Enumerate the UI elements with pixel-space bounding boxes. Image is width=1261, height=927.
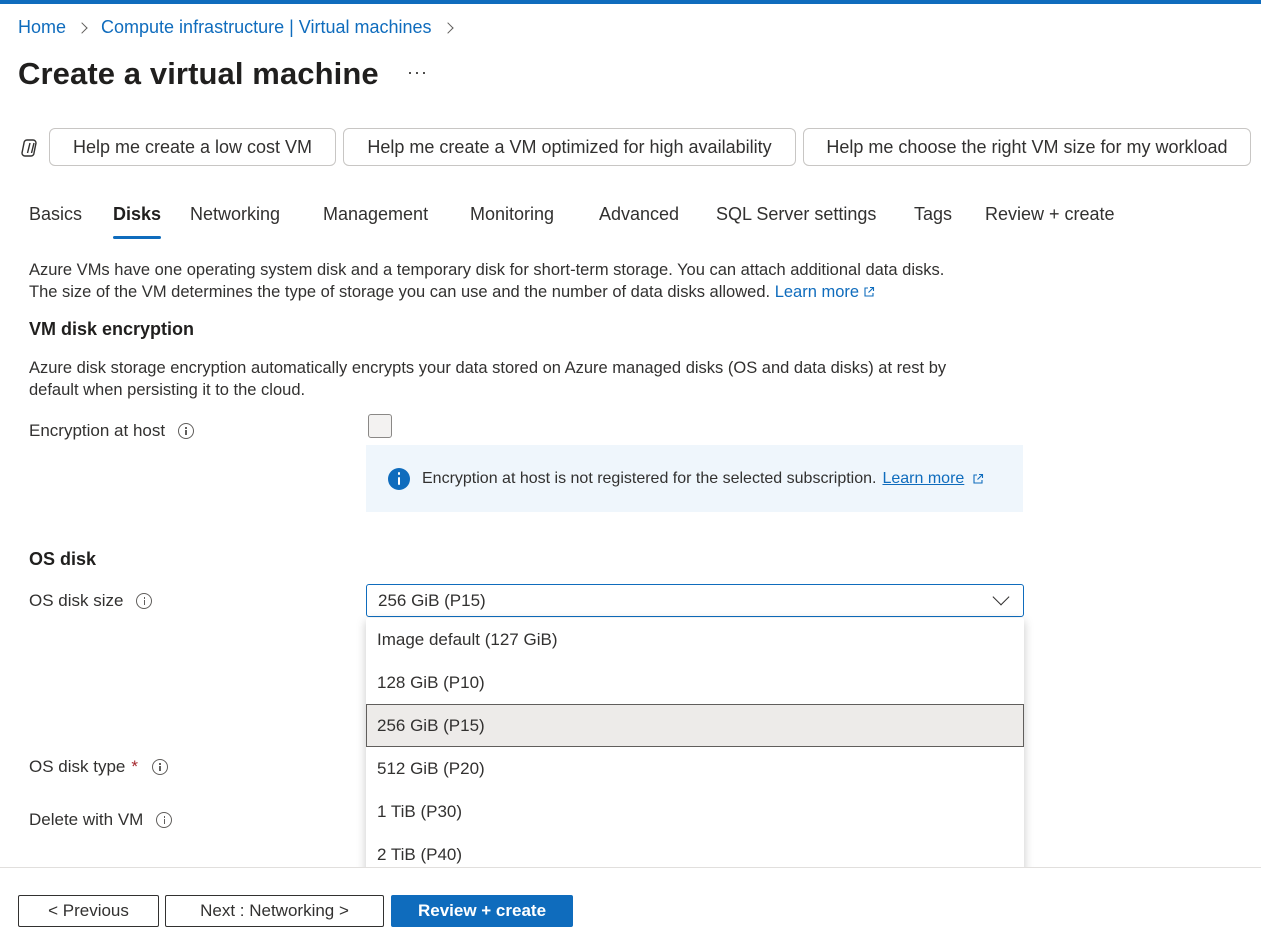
tab-sql-server-settings[interactable]: SQL Server settings [716,204,876,240]
info-icon[interactable] [136,593,153,609]
vm-disk-encryption-heading: VM disk encryption [29,319,195,339]
tab-review-create[interactable]: Review + create [985,204,1115,240]
copilot-icon [21,139,37,157]
tab-monitoring[interactable]: Monitoring [470,204,554,240]
more-options-icon[interactable]: ··· [407,62,428,83]
os-disk-heading: OS disk [29,549,97,569]
os-disk-type-label: OS disk type * [29,757,168,777]
info-icon[interactable] [156,812,173,828]
prompt-vm-size-button[interactable]: Help me choose the right VM size for my … [803,128,1251,166]
intro-line-1: Azure VMs have one operating system disk… [29,261,945,279]
option-256-gib[interactable]: 256 GiB (P15) [366,704,1024,747]
option-1-tib[interactable]: 1 TiB (P30) [366,790,1024,833]
info-icon[interactable] [152,759,168,775]
tab-networking[interactable]: Networking [190,204,280,240]
external-link-icon [864,286,875,297]
next-networking-button[interactable]: Next : Networking > [165,895,384,927]
option-image-default[interactable]: Image default (127 GiB) [366,618,1024,661]
previous-button[interactable]: < Previous [18,895,159,927]
external-link-icon [973,473,984,484]
os-disk-size-dropdown[interactable]: 256 GiB (P15) [366,584,1024,617]
page-title: Create a virtual machine [18,56,379,91]
encryption-at-host-label: Encryption at host [29,421,195,441]
prompt-high-availability-button[interactable]: Help me create a VM optimized for high a… [343,128,796,166]
prompt-low-cost-vm-button[interactable]: Help me create a low cost VM [49,128,336,166]
tab-tags[interactable]: Tags [914,204,952,240]
required-asterisk: * [131,757,138,776]
option-512-gib[interactable]: 512 GiB (P20) [366,747,1024,790]
encryption-at-host-checkbox[interactable] [368,414,392,438]
top-accent-bar [0,0,1261,4]
encryption-description: Azure disk storage encryption automatica… [29,359,947,399]
breadcrumb-home[interactable]: Home [18,17,66,38]
review-create-button[interactable]: Review + create [391,895,573,927]
breadcrumb: Home Compute infrastructure | Virtual ma… [18,17,467,38]
tab-disks[interactable]: Disks [113,204,162,240]
os-disk-size-label: OS disk size [29,591,153,611]
learn-more-link[interactable]: Learn more [775,283,859,301]
option-128-gib[interactable]: 128 GiB (P10) [366,661,1024,704]
tab-advanced[interactable]: Advanced [599,204,679,240]
delete-with-vm-label: Delete with VM [29,810,173,830]
info-icon[interactable] [178,423,195,439]
tab-management[interactable]: Management [323,204,428,240]
banner-learn-more-link[interactable]: Learn more [882,470,964,488]
tab-basics[interactable]: Basics [29,204,82,240]
info-filled-icon [388,467,410,490]
os-disk-size-selected-value: 256 GiB (P15) [378,590,486,610]
intro-line-2: The size of the VM determines the type o… [29,281,944,303]
banner-text: Encryption at host is not registered for… [422,469,877,487]
disks-intro: Azure VMs have one operating system disk… [29,259,944,303]
chevron-down-icon [992,588,1010,606]
breadcrumb-virtual-machines[interactable]: Compute infrastructure | Virtual machine… [101,17,432,38]
chevron-right-icon [76,21,88,34]
os-disk-size-options: Image default (127 GiB) 128 GiB (P10) 25… [366,618,1024,876]
chevron-right-icon [441,21,454,34]
encryption-info-banner: Encryption at host is not registered for… [366,445,1023,512]
